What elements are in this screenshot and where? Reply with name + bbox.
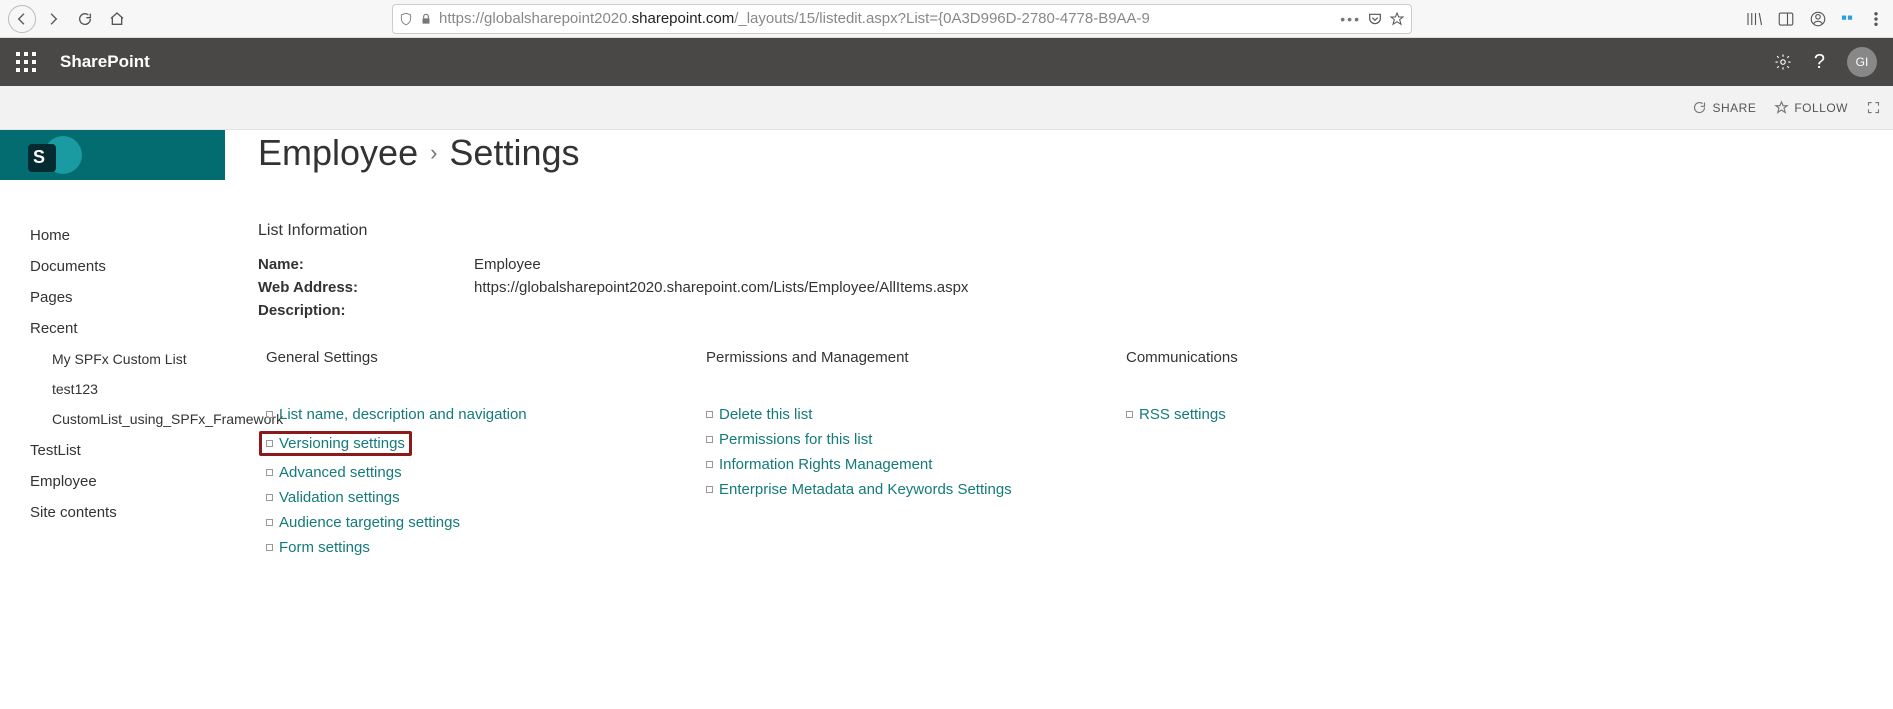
pocket-icon[interactable] [1367,11,1383,27]
bullet-icon [706,461,713,468]
bullet-icon [266,494,273,501]
shield-icon [399,12,413,26]
link-irm[interactable]: Information Rights Management [719,456,932,473]
communications-heading: Communications [1118,349,1881,366]
link-audience-targeting[interactable]: Audience targeting settings [279,514,460,531]
bullet-icon [706,411,713,418]
description-label: Description: [258,302,474,319]
gear-icon[interactable] [1774,53,1792,71]
bullet-icon [1126,411,1133,418]
nav-home[interactable]: Home [30,220,258,251]
back-button[interactable] [8,5,36,33]
highlight-box: Versioning settings [259,431,412,456]
list-information-heading: List Information [258,222,1881,240]
share-button[interactable]: SHARE [1692,100,1756,115]
nav-recent-item[interactable]: test123 [52,374,258,404]
browser-toolbar: https://globalsharepoint2020.sharepoint.… [0,0,1893,38]
quick-launch-nav: Home Documents Pages Recent My SPFx Cust… [0,220,258,528]
general-settings-heading: General Settings [258,349,698,366]
page-action-bar: SHARE FOLLOW [0,86,1893,130]
breadcrumb: Employee › Settings [258,132,1881,174]
link-rss-settings[interactable]: RSS settings [1139,406,1226,423]
avatar[interactable]: GI [1847,47,1877,77]
nav-recent-item[interactable]: My SPFx Custom List [52,344,258,374]
lock-icon [419,12,433,26]
nav-employee[interactable]: Employee [30,466,258,497]
nav-recent-item[interactable]: CustomList_using_SPFx_Framework [52,404,242,434]
breadcrumb-list[interactable]: Employee [258,132,418,174]
permissions-heading: Permissions and Management [698,349,1118,366]
bullet-icon [266,411,273,418]
bullet-icon [266,440,273,447]
nav-recent[interactable]: Recent [30,313,258,344]
menu-icon[interactable] [1867,10,1885,28]
bullet-icon [706,486,713,493]
site-logo[interactable]: S [0,130,225,180]
reload-button[interactable] [70,4,100,34]
bookmark-star-icon[interactable] [1389,11,1405,27]
link-permissions[interactable]: Permissions for this list [719,431,872,448]
suite-title[interactable]: SharePoint [60,52,150,72]
forward-button[interactable] [38,4,68,34]
link-form-settings[interactable]: Form settings [279,539,370,556]
link-advanced-settings[interactable]: Advanced settings [279,464,402,481]
web-address-value[interactable]: https://globalsharepoint2020.sharepoint.… [474,279,968,296]
app-launcher-icon[interactable] [16,52,36,72]
bullet-icon [266,519,273,526]
focus-button[interactable] [1866,100,1881,115]
nav-testlist[interactable]: TestList [30,435,258,466]
bullet-icon [266,544,273,551]
more-icon[interactable]: ••• [1340,11,1361,27]
bullet-icon [706,436,713,443]
account-icon[interactable] [1809,10,1827,28]
sidebar-icon[interactable] [1777,10,1795,28]
suite-bar: SharePoint ? GI [0,38,1893,86]
web-address-label: Web Address: [258,279,474,296]
link-list-name-description[interactable]: List name, description and navigation [279,406,527,423]
library-icon[interactable] [1745,10,1763,28]
link-validation-settings[interactable]: Validation settings [279,489,400,506]
home-button[interactable] [102,4,132,34]
nav-site-contents[interactable]: Site contents [30,497,258,528]
name-value: Employee [474,256,541,273]
bullet-icon [266,469,273,476]
nav-documents[interactable]: Documents [30,251,258,282]
link-delete-list[interactable]: Delete this list [719,406,812,423]
name-label: Name: [258,256,474,273]
gift-icon[interactable]: ▪▪ [1841,8,1853,28]
link-enterprise-metadata[interactable]: Enterprise Metadata and Keywords Setting… [719,481,1012,498]
url-text: https://globalsharepoint2020.sharepoint.… [439,10,1334,27]
follow-button[interactable]: FOLLOW [1774,100,1848,115]
breadcrumb-page: Settings [449,132,579,174]
link-versioning-settings[interactable]: Versioning settings [279,435,405,452]
address-bar[interactable]: https://globalsharepoint2020.sharepoint.… [392,4,1412,34]
chevron-right-icon: › [430,140,437,166]
help-icon[interactable]: ? [1814,51,1825,74]
nav-pages[interactable]: Pages [30,282,258,313]
